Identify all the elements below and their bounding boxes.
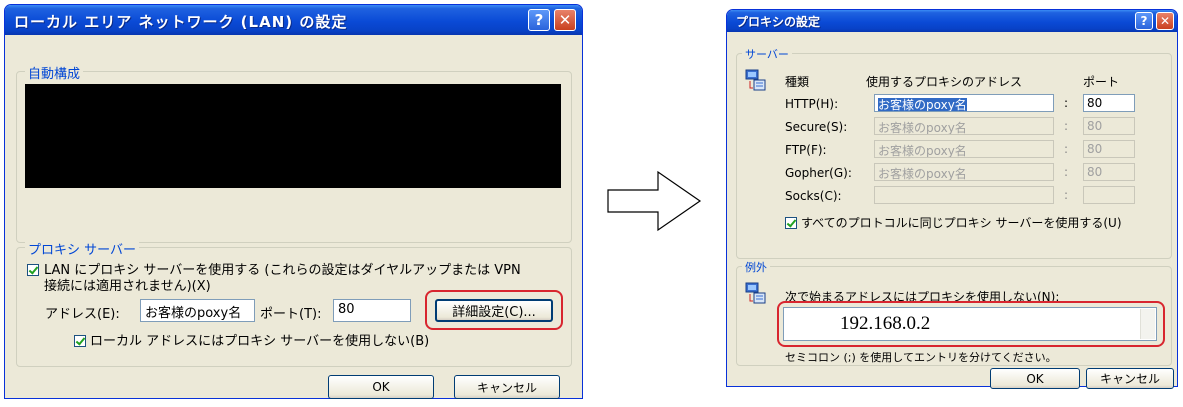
http-label: HTTP(H): — [785, 97, 839, 111]
gopher-port-input[interactable]: 80 — [1083, 163, 1135, 181]
ftp-label: FTP(F): — [785, 143, 827, 157]
ok-button[interactable]: OK — [990, 368, 1080, 389]
address-column-header: 使用するプロキシのアドレス — [866, 75, 1023, 89]
socks-label: Socks(C): — [785, 189, 842, 203]
socks-port-input[interactable] — [1083, 186, 1135, 204]
ftp-colon: : — [1064, 142, 1069, 156]
exceptions-legend: 例外 — [742, 259, 770, 275]
dialog-body: サーバー 種類 使用するプロキシのアドレス ポート HTTP(H): お客様のp… — [730, 32, 1174, 389]
help-icon[interactable]: ? — [1135, 12, 1153, 30]
network-computer-icon — [745, 282, 766, 304]
port-label: ポート(T): — [260, 307, 322, 322]
ftp-port-input[interactable]: 80 — [1083, 140, 1135, 158]
address-label: アドレス(E): — [45, 307, 120, 322]
title-bar[interactable]: ローカル エリア ネットワーク (LAN) の設定 ? ✕ — [5, 5, 582, 35]
gopher-label: Gopher(G): — [785, 166, 852, 180]
help-icon[interactable]: ? — [528, 9, 550, 31]
dialog-body: 自動構成 プロキシ サーバー LAN にプロキシ サーバーを使用する (これらの… — [8, 35, 579, 399]
proxy-server-legend: プロキシ サーバー — [25, 239, 140, 258]
close-icon[interactable]: ✕ — [554, 9, 576, 31]
gopher-colon: : — [1064, 165, 1069, 179]
exceptions-hint: セミコロン (;) を使用してエントリを分けてください。 — [785, 351, 1057, 364]
lan-settings-dialog: ローカル エリア ネットワーク (LAN) の設定 ? ✕ 自動構成 プロキシ … — [4, 4, 583, 399]
port-column-header: ポート — [1083, 75, 1120, 89]
bypass-local-checkbox[interactable] — [74, 335, 86, 347]
cancel-button[interactable]: キャンセル — [454, 375, 560, 399]
servers-legend: サーバー — [742, 46, 792, 62]
close-icon[interactable]: ✕ — [1156, 12, 1174, 30]
auto-config-legend: 自動構成 — [25, 63, 84, 82]
redacted-area — [25, 84, 561, 188]
auto-config-group: 自動構成 — [16, 63, 572, 243]
cancel-button[interactable]: キャンセル — [1086, 368, 1174, 389]
http-colon: : — [1064, 96, 1069, 110]
proxy-server-group: プロキシ サーバー LAN にプロキシ サーバーを使用する (これらの設定はダイ… — [16, 239, 572, 367]
use-proxy-checkbox[interactable] — [27, 264, 39, 276]
bypass-local-label: ローカル アドレスにはプロキシ サーバーを使用しない(B) — [90, 334, 430, 349]
http-port-input[interactable]: 80 — [1083, 94, 1135, 112]
highlight-exceptions — [777, 301, 1165, 347]
type-column-header: 種類 — [785, 75, 810, 89]
proxy-settings-dialog: プロキシの設定 ? ✕ サーバー 種類 使用するプロキシのアドレス ポート HT… — [726, 9, 1178, 389]
http-address-input[interactable]: お客様のpoxy名 — [874, 94, 1054, 112]
address-input[interactable]: お客様のpoxy名 — [140, 299, 255, 322]
secure-colon: : — [1064, 119, 1069, 133]
gopher-address-input[interactable]: お客様のpoxy名 — [874, 163, 1054, 181]
secure-label: Secure(S): — [785, 120, 848, 134]
use-proxy-label-line2: 接続には適用されません)(X) — [44, 279, 211, 294]
same-proxy-checkbox[interactable] — [785, 217, 797, 229]
title-bar[interactable]: プロキシの設定 ? ✕ — [727, 10, 1177, 32]
exceptions-group: 例外 次で始まるアドレスにはプロキシを使用しない(N): 192.168.0.2… — [736, 259, 1172, 366]
servers-group: サーバー 種類 使用するプロキシのアドレス ポート HTTP(H): お客様のp… — [736, 46, 1172, 259]
socks-address-input[interactable] — [874, 186, 1054, 204]
ftp-address-input[interactable]: お客様のpoxy名 — [874, 140, 1054, 158]
secure-address-input[interactable]: お客様のpoxy名 — [874, 117, 1054, 135]
dialog-title: ローカル エリア ネットワーク (LAN) の設定 — [14, 13, 348, 31]
dialog-title: プロキシの設定 — [736, 15, 821, 29]
http-address-selection: お客様のpoxy名 — [878, 98, 967, 112]
socks-colon: : — [1064, 188, 1069, 202]
same-proxy-label: すべてのプロトコルに同じプロキシ サーバーを使用する(U) — [801, 216, 1122, 230]
secure-port-input[interactable]: 80 — [1083, 117, 1135, 135]
ok-button[interactable]: OK — [328, 375, 434, 399]
highlight-advanced — [425, 290, 563, 330]
port-input[interactable]: 80 — [333, 299, 411, 322]
network-computer-icon — [745, 69, 766, 91]
right-arrow-icon — [607, 170, 702, 232]
